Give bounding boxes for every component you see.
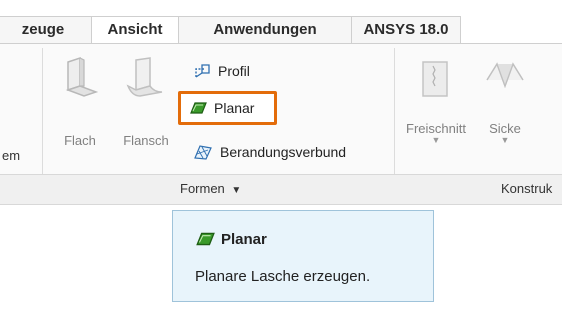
sicke-icon xyxy=(486,62,524,89)
berandungsverbund-label: Berandungsverbund xyxy=(220,144,347,160)
formen-group-label[interactable]: Formen ▼ xyxy=(180,174,241,203)
flach-label: Flach xyxy=(64,133,96,148)
ribbon-tab-bar: zeuge Ansicht Anwendungen ANSYS 18.0 xyxy=(0,0,562,44)
profil-label: Profil xyxy=(218,63,250,79)
planar-icon xyxy=(190,102,207,114)
formen-label-text: Formen xyxy=(180,181,225,196)
konstruk-group-label[interactable]: Konstruk xyxy=(501,174,552,203)
berandungsverbund-button[interactable]: Berandungsverbund xyxy=(192,141,346,163)
partial-button-label: em xyxy=(2,148,40,163)
formen-dropdown-icon: ▼ xyxy=(231,185,242,196)
planar-button[interactable]: Planar xyxy=(188,97,254,119)
tooltip-planar-icon xyxy=(196,232,215,246)
flansch-label: Flansch xyxy=(123,133,169,148)
flansch-button[interactable]: Flansch xyxy=(114,56,178,148)
planar-tooltip: Planar Planare Lasche erzeugen. xyxy=(172,210,434,302)
sicke-dropdown-icon[interactable]: ▼ xyxy=(482,136,528,145)
sicke-button[interactable]: Sicke ▼ xyxy=(482,58,528,145)
tab-werkzeuge[interactable]: zeuge xyxy=(0,16,92,43)
flansch-wall-icon xyxy=(126,57,163,97)
partial-label-text: em xyxy=(2,148,21,163)
ribbon-group-bar xyxy=(0,174,562,205)
tab-ansys[interactable]: ANSYS 18.0 xyxy=(351,16,461,43)
konstruk-label-text: Konstruk xyxy=(501,181,553,196)
sicke-label: Sicke xyxy=(489,121,521,136)
flach-button[interactable]: Flach xyxy=(52,56,108,148)
freischnitt-dropdown-icon[interactable]: ▼ xyxy=(402,136,470,145)
tooltip-title: Planar xyxy=(221,231,267,248)
profil-button[interactable]: Profil xyxy=(192,60,250,82)
tab-ansicht[interactable]: Ansicht xyxy=(91,16,179,44)
tab-anwendungen[interactable]: Anwendungen xyxy=(178,16,352,43)
freischnitt-label: Freischnitt xyxy=(406,121,466,136)
flach-wall-icon xyxy=(65,56,99,97)
freischnitt-button[interactable]: Freischnitt ▼ xyxy=(402,58,470,145)
tooltip-description: Planare Lasche erzeugen. xyxy=(195,268,371,285)
profil-icon xyxy=(195,64,210,78)
berandungsverbund-icon xyxy=(194,145,212,160)
freischnitt-icon xyxy=(422,61,448,97)
planar-label: Planar xyxy=(214,100,255,116)
